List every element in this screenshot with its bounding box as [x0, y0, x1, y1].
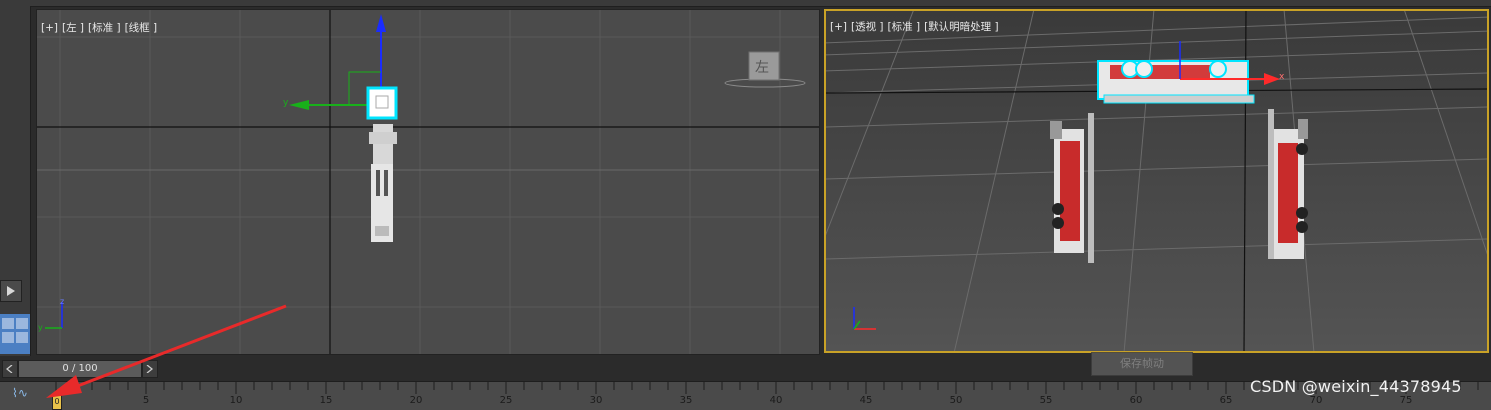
watermark: CSDN @weixin_44378945 — [1250, 377, 1462, 396]
red-annotation-arrow — [46, 304, 287, 398]
